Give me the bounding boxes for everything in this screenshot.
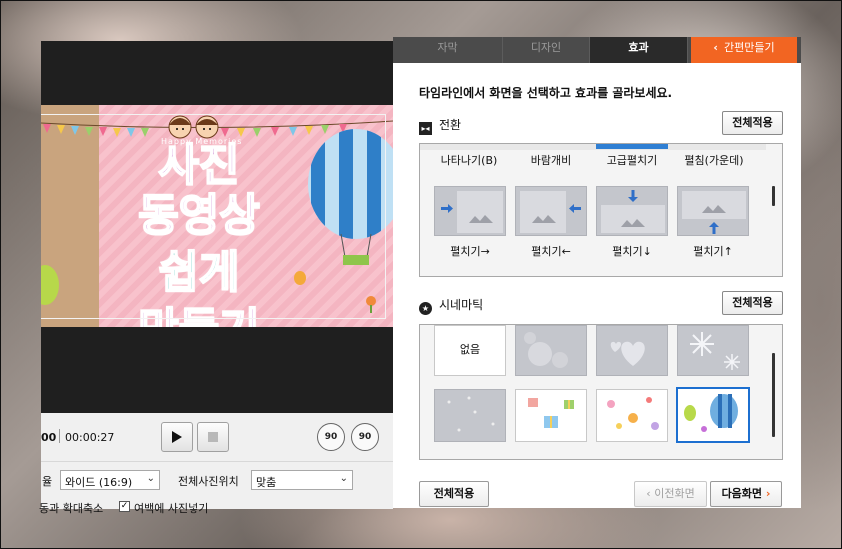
transition-label-appear: 나타나기(B) xyxy=(440,154,498,167)
stop-button[interactable] xyxy=(197,422,229,452)
balloon-icon xyxy=(684,394,738,432)
snowflake-icon xyxy=(690,332,740,370)
easy-make-button[interactable]: ‹ 간편만들기 xyxy=(691,37,797,63)
cinematic-flowers[interactable] xyxy=(596,389,668,442)
bokeh-icon xyxy=(524,332,568,368)
position-label: 전체사진위치 xyxy=(178,475,239,488)
transition-list[interactable]: 나타나기(B) 바람개비 고급펼치기 펼침(가운데) 펼치기→ 펼치기← 펼치기… xyxy=(419,143,783,277)
transition-apply-all-button[interactable]: 전체적용 xyxy=(722,111,783,135)
cinematic-heading: ★ 시네마틱 xyxy=(419,296,483,315)
prev-screen-button[interactable]: ‹ 이전화면 xyxy=(634,481,707,507)
play-icon xyxy=(172,431,182,443)
position-value: 맞춤 xyxy=(256,476,277,489)
transition-label-left: 펼치기← xyxy=(531,245,571,258)
position-select[interactable]: 맞춤 ⌄ xyxy=(251,470,353,490)
transition-icon: ▸◂ xyxy=(419,122,432,135)
rotate-left-button[interactable]: 90 xyxy=(317,423,345,451)
chevron-right-icon: › xyxy=(762,487,771,500)
preview-area: Happy Memories 사진 동영상 쉽게 만들기 xyxy=(41,41,393,413)
arrow-up-icon xyxy=(682,191,746,234)
flowers-icon xyxy=(607,397,659,430)
next-label: 다음화면 xyxy=(721,487,763,500)
prev-row-bottom xyxy=(420,144,766,150)
rotate-left-icon: 90 xyxy=(324,432,338,442)
cinematic-scrollbar[interactable] xyxy=(772,353,775,437)
time-separator xyxy=(59,429,60,443)
cinematic-none[interactable]: 없음 xyxy=(434,325,506,376)
instruction-text: 타임라인에서 화면을 선택하고 효과를 골라보세요. xyxy=(419,86,673,100)
cinematic-bokeh[interactable] xyxy=(515,325,587,376)
arrow-right-icon xyxy=(441,191,503,233)
selection-box[interactable] xyxy=(41,114,386,319)
cinematic-title: 시네마틱 xyxy=(439,298,484,312)
transition-scrollbar[interactable] xyxy=(772,186,775,206)
chevron-left-icon: ‹ xyxy=(713,41,718,54)
transition-label-down: 펼치기↓ xyxy=(612,245,652,258)
cinematic-dots[interactable] xyxy=(434,389,506,442)
cinematic-hearts[interactable] xyxy=(596,325,668,376)
transition-thumb-up[interactable] xyxy=(677,186,749,236)
play-button[interactable] xyxy=(161,422,193,452)
tab-bar: 자막 디자인 효과 ‹ 간편만들기 xyxy=(393,37,801,63)
transition-label-right: 펼치기→ xyxy=(450,245,490,258)
transition-heading: ▸◂ 전환 xyxy=(419,116,461,135)
hearts-icon xyxy=(610,341,645,366)
transition-label-pinwheel: 바람개비 xyxy=(530,154,572,167)
star-icon: ★ xyxy=(419,302,432,315)
zoom-option-label: 동과 확대축소 xyxy=(39,502,104,515)
transition-label-advanced: 고급펼치기 xyxy=(606,154,658,167)
cinematic-gifts[interactable] xyxy=(515,389,587,442)
cinematic-apply-all-button[interactable]: 전체적용 xyxy=(722,291,783,315)
player-controls: 00 00:00:27 90 90 xyxy=(41,413,393,461)
current-time: 00 xyxy=(41,431,57,444)
transition-label-up: 펼치기↑ xyxy=(693,245,733,258)
gift-box-icon xyxy=(528,398,574,428)
transition-label-center: 펼침(가운데) xyxy=(684,154,744,167)
dots-icon xyxy=(447,396,495,432)
apply-all-button[interactable]: 전체적용 xyxy=(419,481,489,507)
tab-subtitle[interactable]: 자막 xyxy=(393,37,503,63)
cinematic-snow[interactable] xyxy=(677,325,749,376)
rotate-right-button[interactable]: 90 xyxy=(351,423,379,451)
rotate-right-icon: 90 xyxy=(358,432,372,442)
stop-icon xyxy=(208,432,218,442)
cinematic-balloons-selected[interactable] xyxy=(676,387,750,443)
chevron-down-icon: ⌄ xyxy=(146,473,155,484)
prev-label: 이전화면 xyxy=(654,487,695,500)
editor-pane: Happy Memories 사진 동영상 쉽게 만들기 xyxy=(39,41,393,515)
next-screen-button[interactable]: 다음화면 › xyxy=(710,481,782,507)
ratio-value: 와이드 (16:9) xyxy=(65,476,133,489)
photo-options: 율 와이드 (16:9) ⌄ 전체사진위치 맞춤 ⌄ 동과 확대축소 ✓ 여백에… xyxy=(39,461,393,515)
fill-margin-checkbox[interactable]: ✓ xyxy=(119,501,130,512)
total-time: 00:00:27 xyxy=(65,431,115,444)
tab-design[interactable]: 디자인 xyxy=(503,37,590,63)
prev-row-selected-edge xyxy=(596,144,668,149)
transition-title: 전환 xyxy=(439,118,462,132)
cinematic-list[interactable]: 없음 xyxy=(419,324,783,460)
arrow-left-icon xyxy=(520,191,581,233)
fill-margin-label: 여백에 사진넣기 xyxy=(134,502,209,515)
easy-make-label: 간편만들기 xyxy=(723,41,775,54)
arrow-down-icon xyxy=(601,190,665,233)
transition-thumb-down[interactable] xyxy=(596,186,668,236)
transition-thumb-left[interactable] xyxy=(515,186,587,236)
ratio-select[interactable]: 와이드 (16:9) ⌄ xyxy=(60,470,160,490)
ratio-label: 율 xyxy=(42,475,53,488)
transition-thumb-right[interactable] xyxy=(434,186,506,236)
chevron-down-icon: ⌄ xyxy=(339,473,348,484)
effects-panel: 자막 디자인 효과 ‹ 간편만들기 타임라인에서 화면을 선택하고 효과를 골라보… xyxy=(393,37,801,508)
tab-effects[interactable]: 효과 xyxy=(590,37,688,63)
